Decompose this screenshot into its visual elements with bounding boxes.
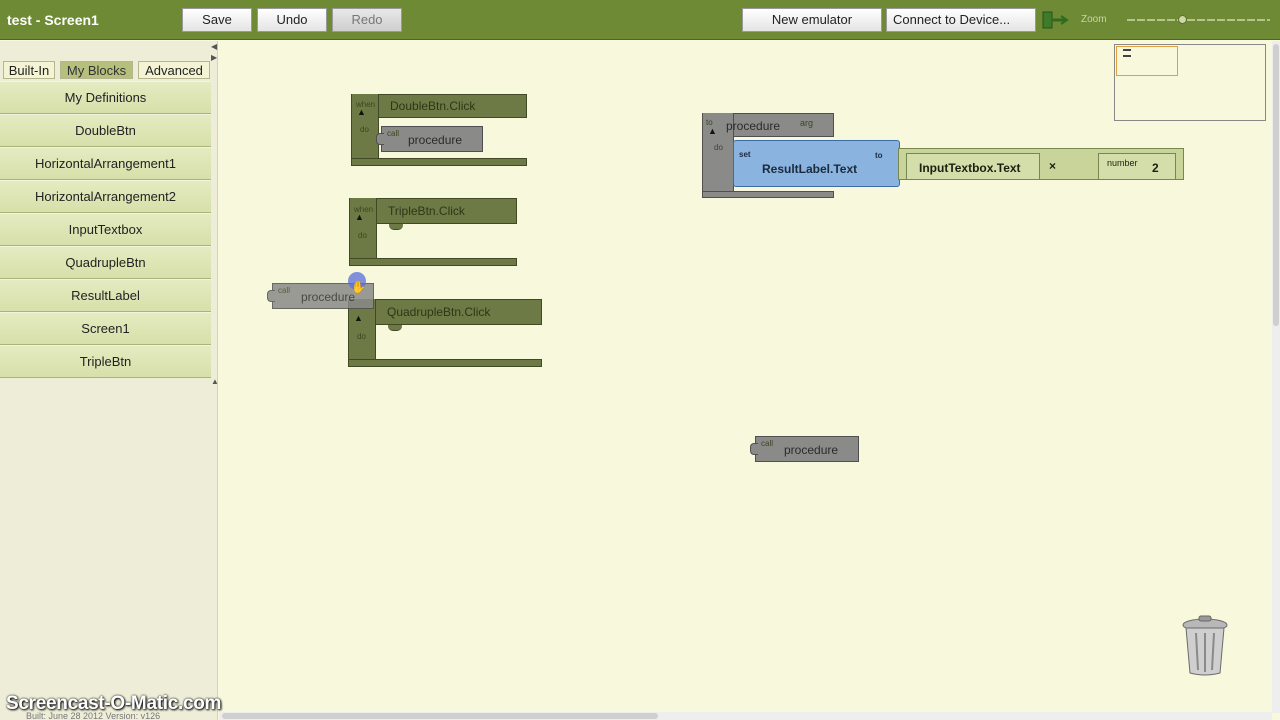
procedure-call-block[interactable]: call procedure [750, 436, 859, 462]
drawer-doublebtn[interactable]: DoubleBtn [0, 114, 211, 147]
zoom-slider-thumb[interactable] [1178, 15, 1187, 24]
drawer-inputtextbox[interactable]: InputTextbox [0, 213, 211, 246]
drawer-scroll-up-icon[interactable]: ▲ [211, 377, 219, 386]
drawer-triplebtn[interactable]: TripleBtn [0, 345, 211, 378]
number-block[interactable]: number 2 [1098, 153, 1176, 180]
event-block-triplebtn-click[interactable]: when ▲ do TripleBtn.Click [349, 198, 517, 266]
event-label: TripleBtn.Click [388, 204, 465, 218]
collapse-triangle-icon[interactable]: ▲ [708, 126, 717, 136]
inputtextbox-text-block[interactable]: InputTextbox.Text [906, 153, 1040, 180]
connection-status-icon [1041, 9, 1071, 31]
drawer-my-definitions[interactable]: My Definitions [0, 81, 211, 114]
save-button[interactable]: Save [182, 8, 252, 32]
vertical-scrollbar-thumb[interactable] [1273, 44, 1279, 326]
redo-button[interactable]: Redo [332, 8, 402, 32]
event-label: QuadrupleBtn.Click [387, 305, 491, 319]
undo-button[interactable]: Undo [257, 8, 327, 32]
blocks-drawer-panel: ◀ ▶ Built-In My Blocks Advanced My Defin… [0, 41, 219, 720]
expand-right-icon[interactable]: ▶ [211, 53, 217, 62]
horizontal-scrollbar-thumb[interactable] [222, 713, 658, 719]
minimap-block-icon [1123, 49, 1131, 57]
drawer-horizontalarrangement2[interactable]: HorizontalArrangement2 [0, 180, 211, 213]
number-value[interactable]: 2 [1152, 161, 1159, 175]
build-info: Built: June 28 2012 Version: v126 [26, 711, 161, 720]
setter-target: ResultLabel.Text [762, 162, 858, 176]
drawer-horizontalarrangement1[interactable]: HorizontalArrangement1 [0, 147, 211, 180]
collapse-triangle-icon[interactable]: ▲ [355, 212, 364, 222]
hand-cursor-icon: ✋ [351, 280, 366, 294]
collapse-triangle-icon[interactable]: ▲ [354, 313, 363, 323]
collapse-left-icon[interactable]: ◀ [211, 42, 217, 51]
tab-advanced[interactable]: Advanced [138, 61, 210, 79]
tab-built-in[interactable]: Built-In [3, 61, 55, 79]
procedure-call-block[interactable]: call procedure [376, 126, 483, 152]
drawer-quadruplebtn[interactable]: QuadrupleBtn [0, 246, 211, 279]
event-label: DoubleBtn.Click [390, 99, 476, 113]
new-emulator-button[interactable]: New emulator [742, 8, 882, 32]
app-title: test - Screen1 [7, 12, 99, 28]
tab-my-blocks[interactable]: My Blocks [60, 61, 133, 79]
multiply-symbol: × [1049, 159, 1057, 173]
set-resultlabel-text-block[interactable]: set to ResultLabel.Text [733, 140, 900, 187]
drawer-resultlabel[interactable]: ResultLabel [0, 279, 211, 312]
connect-device-dropdown[interactable]: Connect to Device... [886, 8, 1036, 32]
zoom-slider-track[interactable] [1127, 19, 1270, 21]
collapse-triangle-icon[interactable]: ▲ [357, 107, 366, 117]
drawer-screen1[interactable]: Screen1 [0, 312, 211, 345]
procedure-name[interactable]: procedure [726, 119, 780, 133]
zoom-label: Zoom [1081, 14, 1107, 25]
trash-icon[interactable] [1181, 615, 1229, 677]
event-block-quadruplebtn-click[interactable]: ▲ do QuadrupleBtn.Click [348, 299, 542, 367]
top-toolbar: test - Screen1 Save Undo Redo New emulat… [0, 0, 1280, 40]
